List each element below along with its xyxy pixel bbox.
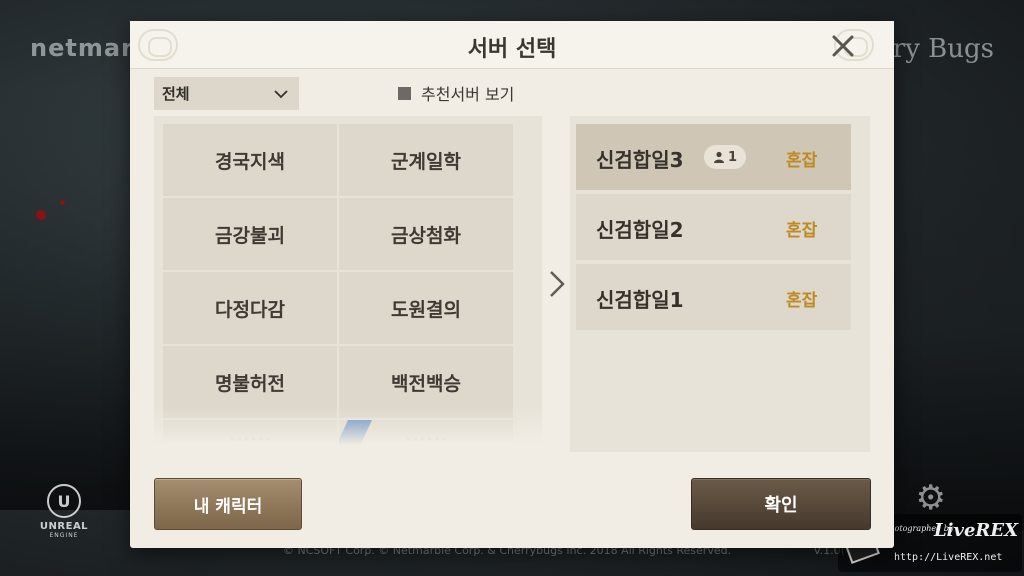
- engine-logo-text: UNREAL: [39, 521, 89, 532]
- engine-logo-subtext: ENGINE: [49, 532, 79, 539]
- close-icon: [832, 35, 854, 57]
- region-filter-select[interactable]: 전체: [154, 77, 299, 110]
- server-row[interactable]: 신검합일1 혼잡: [576, 264, 851, 330]
- dialog-title: 서버 선택: [467, 37, 557, 62]
- server-group-cell[interactable]: 금강불괴: [163, 198, 337, 270]
- close-button[interactable]: [826, 29, 860, 63]
- character-count: 1: [727, 149, 738, 165]
- watermark-url: http://LiveREX.net: [894, 552, 1003, 563]
- confirm-button[interactable]: 확인: [691, 478, 871, 530]
- server-select-dialog: 서버 선택 전체 추천서버 보기 경국지색 군계일학 금강불괴 금상첨화 다정다…: [130, 21, 894, 548]
- developer-logo: ry Bugs: [892, 34, 994, 64]
- server-group-cell[interactable]: ......: [339, 420, 513, 450]
- person-icon: [713, 151, 724, 163]
- recommend-checkbox[interactable]: [398, 86, 411, 100]
- scrollbar[interactable]: [533, 124, 537, 444]
- server-status: 혼잡: [786, 151, 818, 171]
- server-group-panel: 경국지색 군계일학 금강불괴 금상첨화 다정다감 도원결의 명불허전 백전백승 …: [154, 116, 542, 452]
- server-status: 혼잡: [786, 221, 818, 241]
- chevron-right-icon: [550, 271, 565, 297]
- recommend-label: 추천서버 보기: [421, 85, 515, 104]
- dialog-header: 서버 선택: [130, 21, 894, 69]
- server-group-cell[interactable]: 백전백승: [339, 346, 513, 418]
- chevron-down-icon: [274, 90, 288, 99]
- unreal-engine-logo: U UNREAL ENGINE: [36, 484, 92, 539]
- my-character-button[interactable]: 내 캐릭터: [154, 478, 302, 530]
- server-row[interactable]: 신검합일2 혼잡: [576, 194, 851, 260]
- server-name: 신검합일2: [596, 218, 684, 242]
- server-group-cell[interactable]: 명불허전: [163, 346, 337, 418]
- server-group-cell[interactable]: 다정다감: [163, 272, 337, 344]
- publisher-logo: netmar: [30, 34, 134, 62]
- server-row[interactable]: 신검합일3 1 혼잡: [576, 124, 851, 190]
- server-group-grid: 경국지색 군계일학 금강불괴 금상첨화 다정다감 도원결의 명불허전 백전백승 …: [163, 124, 513, 452]
- server-group-label: ......: [404, 424, 448, 446]
- server-list-panel: 신검합일3 1 혼잡 신검합일2 혼잡 신검합일1 혼잡: [570, 116, 870, 452]
- watermark-name: LiveREX: [934, 520, 1019, 541]
- server-group-cell[interactable]: 군계일학: [339, 124, 513, 196]
- server-group-cell[interactable]: 도원결의: [339, 272, 513, 344]
- new-badge: [339, 420, 372, 450]
- gear-icon[interactable]: ⚙: [916, 478, 946, 518]
- unreal-icon: U: [47, 484, 81, 518]
- blood-splatter: [36, 210, 46, 220]
- region-filter-value: 전체: [162, 85, 190, 103]
- server-status: 혼잡: [786, 291, 818, 311]
- server-group-cell[interactable]: 경국지색: [163, 124, 337, 196]
- server-group-cell[interactable]: 금상첨화: [339, 198, 513, 270]
- recommend-server-toggle[interactable]: 추천서버 보기: [398, 81, 514, 105]
- character-count-badge: 1: [704, 145, 746, 169]
- server-group-cell[interactable]: ......: [163, 420, 337, 450]
- server-group-label: ......: [228, 424, 272, 446]
- server-name: 신검합일3: [596, 148, 684, 172]
- blood-splatter: [60, 200, 65, 205]
- background-scene-left: [0, 90, 140, 510]
- server-name: 신검합일1: [596, 288, 684, 312]
